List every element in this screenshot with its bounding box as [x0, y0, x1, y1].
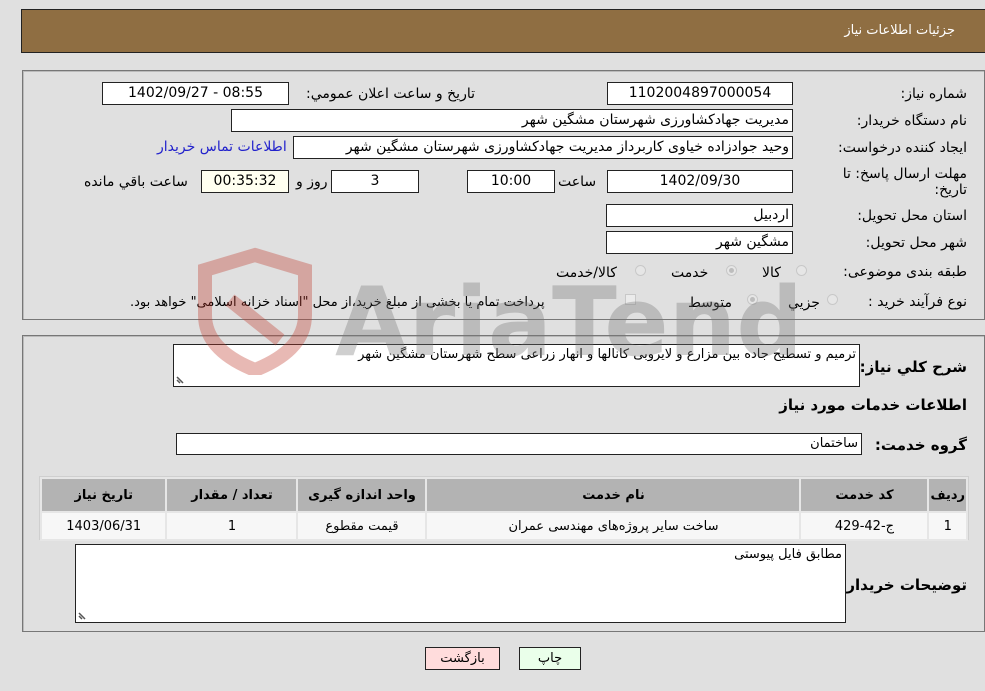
buyer-notes-label: توضیحات خریدار: [840, 576, 967, 594]
resize-grip-icon[interactable] [78, 610, 88, 620]
treasury-bonds-label: پرداخت تمام یا بخشی از مبلغ خرید،از محل … [130, 295, 545, 310]
buyer-org-field: مدیریت جهادکشاورزی شهرستان مشگین شهر [231, 109, 793, 132]
treasury-bonds-checkbox[interactable] [625, 294, 636, 305]
process-option-medium: متوسط [688, 295, 732, 311]
col-service-code: کد خدمت [799, 477, 930, 513]
need-summary-textarea[interactable]: ترمیم و تسطیح جاده بین مزارع و لایروبی ک… [173, 344, 860, 387]
cell-need-date: 1403/06/31 [39, 511, 168, 541]
remaining-time-label: ساعت باقي مانده [84, 174, 188, 190]
need-number-field: 1102004897000054 [607, 82, 793, 105]
services-table: ردیف کد خدمت نام خدمت واحد اندازه گیری ت… [39, 477, 968, 541]
col-service-name: نام خدمت [425, 477, 802, 513]
category-radio-goods[interactable] [796, 265, 807, 276]
process-option-minor: جزيي [788, 295, 820, 311]
announce-datetime-field: 1402/09/27 - 08:55 [102, 82, 289, 105]
col-need-date: تاریخ نیاز [39, 477, 168, 513]
col-quantity: تعداد / مقدار [165, 477, 299, 513]
need-summary-label: شرح کلي نياز: [859, 358, 967, 376]
delivery-city-label: شهر محل تحویل: [865, 235, 967, 251]
cell-service-name: ساخت سایر پروژه‌های مهندسی عمران [425, 511, 802, 541]
days-label: روز و [296, 174, 328, 190]
page-header: جزئیات اطلاعات نیاز [21, 9, 985, 53]
resize-grip-icon[interactable] [176, 374, 186, 384]
page-title: جزئیات اطلاعات نیاز [844, 23, 955, 38]
cell-row-number: 1 [927, 511, 968, 541]
need-details-panel [22, 70, 985, 320]
col-row-number: ردیف [927, 477, 968, 513]
service-group-label: گروه خدمت: [874, 436, 967, 454]
category-label: طبقه بندی موضوعی: [843, 264, 967, 280]
col-unit: واحد اندازه گیری [296, 477, 428, 513]
deadline-date-field: 1402/09/30 [607, 170, 793, 193]
services-table-wrap: ردیف کد خدمت نام خدمت واحد اندازه گیری ت… [39, 476, 969, 541]
service-group-field: ساختمان [176, 433, 862, 455]
need-number-label: شماره نیاز: [900, 86, 968, 102]
buyer-notes-text: مطابق فایل پیوستی [734, 547, 842, 562]
category-radio-goods-service[interactable] [635, 265, 646, 276]
remaining-time-field: 00:35:32 [201, 170, 289, 193]
buyer-contact-link[interactable]: اطلاعات تماس خریدار [157, 139, 287, 155]
print-button[interactable]: چاپ [519, 647, 581, 670]
delivery-province-field: اردبیل [606, 204, 793, 227]
process-radio-minor[interactable] [827, 294, 838, 305]
deadline-label-line1: مهلت ارسال پاسخ: تا [842, 166, 967, 182]
cell-unit: قیمت مقطوع [296, 511, 428, 541]
back-button[interactable]: بازگشت [425, 647, 500, 670]
services-section-title: اطلاعات خدمات مورد نیاز [779, 396, 967, 414]
deadline-time-label: ساعت [558, 174, 597, 190]
process-radio-medium[interactable] [747, 294, 758, 305]
table-row: 1 ج-42-429 ساخت سایر پروژه‌های مهندسی عم… [39, 511, 968, 541]
category-option-goods-service: کالا/خدمت [556, 265, 617, 281]
deadline-label-line2: تاریخ: [934, 182, 967, 198]
table-header-row: ردیف کد خدمت نام خدمت واحد اندازه گیری ت… [39, 477, 968, 513]
delivery-province-label: استان محل تحویل: [857, 208, 967, 224]
buyer-org-label: نام دستگاه خریدار: [856, 113, 967, 129]
deadline-label: مهلت ارسال پاسخ: تا تاریخ: [843, 166, 967, 198]
category-radio-service[interactable] [726, 265, 737, 276]
purchase-process-label: نوع فرآیند خرید : [868, 294, 967, 310]
request-creator-field: وحید جوادزاده خیاوی کاربرداز مدیریت جهاد… [293, 136, 793, 159]
need-summary-text: ترمیم و تسطیح جاده بین مزارع و لایروبی ک… [358, 347, 856, 362]
buyer-notes-textarea[interactable]: مطابق فایل پیوستی [75, 544, 846, 623]
delivery-city-field: مشگین شهر [606, 231, 793, 254]
category-option-goods: کالا [762, 265, 781, 281]
cell-quantity: 1 [165, 511, 299, 541]
cell-service-code: ج-42-429 [799, 511, 930, 541]
deadline-time-field: 10:00 [467, 170, 555, 193]
category-option-service: خدمت [671, 265, 709, 281]
announce-datetime-label: تاريخ و ساعت اعلان عمومي: [306, 86, 475, 102]
request-creator-label: ایجاد کننده درخواست: [838, 140, 967, 156]
remaining-days-field: 3 [331, 170, 419, 193]
